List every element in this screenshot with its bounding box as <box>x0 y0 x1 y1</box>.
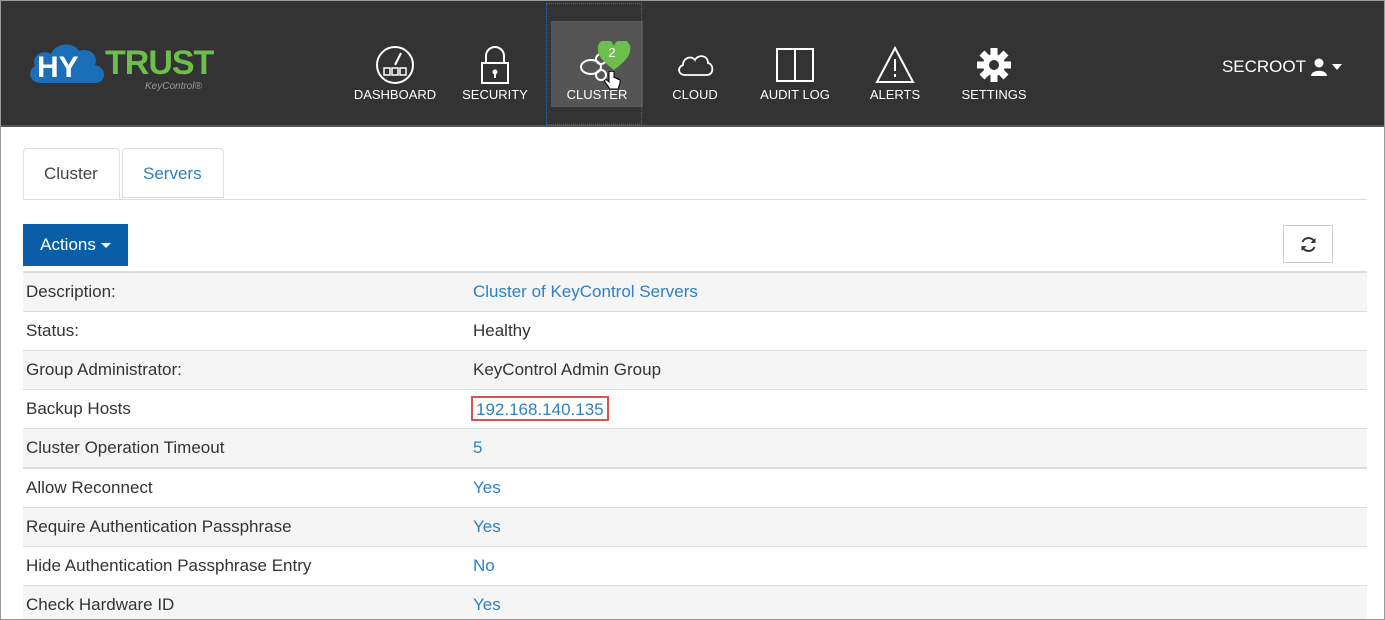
user-menu[interactable]: SECROOT <box>1222 57 1342 77</box>
top-navbar: HY TRUST KeyControl® DASHBOARD SECURITY … <box>1 1 1384 127</box>
nav-dashboard[interactable]: DASHBOARD <box>349 21 441 107</box>
caret-down-icon <box>100 243 111 249</box>
table-row: Require Authentication Passphrase Yes <box>23 508 1367 547</box>
property-label: Cluster Operation Timeout <box>26 438 225 457</box>
nav-settings[interactable]: SETTINGS <box>948 21 1040 107</box>
dashboard-gauge-icon <box>376 46 414 84</box>
table-row: Cluster Operation Timeout 5 <box>23 429 1367 469</box>
chevron-down-icon <box>1332 64 1342 70</box>
property-label: Hide Authentication Passphrase Entry <box>26 556 312 575</box>
table-row: Backup Hosts 192.168.140.135 <box>23 390 1367 429</box>
property-label: Allow Reconnect <box>26 478 153 497</box>
logo-subtitle: KeyControl® <box>145 81 202 92</box>
nav-cloud-label: CLOUD <box>672 87 718 102</box>
backup-hosts-link[interactable]: 192.168.140.135 <box>471 396 609 421</box>
hand-cursor-icon <box>604 71 621 90</box>
description-value-link[interactable]: Cluster of KeyControl Servers <box>473 273 698 311</box>
user-name: SECROOT <box>1221 57 1306 76</box>
timeout-value-link[interactable]: 5 <box>473 429 482 467</box>
warning-triangle-icon <box>875 45 915 83</box>
hytrust-logo[interactable]: HY TRUST KeyControl® <box>27 39 217 99</box>
actions-label: Actions <box>40 235 96 254</box>
status-value: Healthy <box>473 321 531 340</box>
nav-audit-log[interactable]: AUDIT LOG <box>749 21 841 107</box>
nav-alerts[interactable]: ALERTS <box>849 21 941 107</box>
table-row: Group Administrator: KeyControl Admin Gr… <box>23 351 1367 390</box>
property-label: Description: <box>26 282 116 301</box>
user-icon <box>1311 58 1327 76</box>
group-admin-value: KeyControl Admin Group <box>473 360 662 379</box>
logo-cloud-icon: HY <box>30 44 105 84</box>
property-label: Status: <box>26 321 79 340</box>
table-row: Check Hardware ID Yes <box>23 586 1367 619</box>
gear-icon <box>977 48 1011 82</box>
nav-dashboard-label: DASHBOARD <box>353 87 437 102</box>
allow-reconnect-link[interactable]: Yes <box>473 469 501 507</box>
open-book-icon <box>776 48 814 82</box>
logo-trust-text: TRUST <box>105 44 214 82</box>
refresh-button[interactable] <box>1283 225 1333 263</box>
actions-button[interactable]: Actions <box>23 224 128 266</box>
cluster-properties-table: Description: Cluster of KeyControl Serve… <box>23 271 1367 619</box>
table-row: Allow Reconnect Yes <box>23 469 1367 508</box>
nav-audit-log-label: AUDIT LOG <box>760 87 830 102</box>
nav-cloud[interactable]: CLOUD <box>649 21 741 107</box>
property-label: Require Authentication Passphrase <box>26 517 292 536</box>
table-row: Status: Healthy <box>23 312 1367 351</box>
tab-cluster[interactable]: Cluster <box>23 148 120 199</box>
tab-servers[interactable]: Servers <box>122 148 224 198</box>
tab-bar: Cluster Servers <box>23 148 1367 200</box>
padlock-icon <box>481 46 509 84</box>
property-label: Check Hardware ID <box>26 595 175 614</box>
cloud-icon <box>678 55 714 76</box>
table-row: Description: Cluster of KeyControl Serve… <box>23 273 1367 312</box>
nav-settings-label: SETTINGS <box>961 87 1027 102</box>
nav-security-label: SECURITY <box>462 87 528 102</box>
table-row: Hide Authentication Passphrase Entry No <box>23 547 1367 586</box>
check-hardware-id-link[interactable]: Yes <box>473 586 501 619</box>
nav-security[interactable]: SECURITY <box>449 21 541 107</box>
app-window: HY TRUST KeyControl® DASHBOARD SECURITY … <box>0 0 1385 620</box>
property-label: Backup Hosts <box>26 399 131 418</box>
hide-passphrase-link[interactable]: No <box>473 547 495 585</box>
nav-alerts-label: ALERTS <box>869 87 921 102</box>
property-label: Group Administrator: <box>26 360 182 379</box>
logo-hy-text: HY <box>37 51 79 84</box>
refresh-icon <box>1301 237 1316 252</box>
require-passphrase-link[interactable]: Yes <box>473 508 501 546</box>
cluster-badge-count: 2 <box>608 45 616 60</box>
